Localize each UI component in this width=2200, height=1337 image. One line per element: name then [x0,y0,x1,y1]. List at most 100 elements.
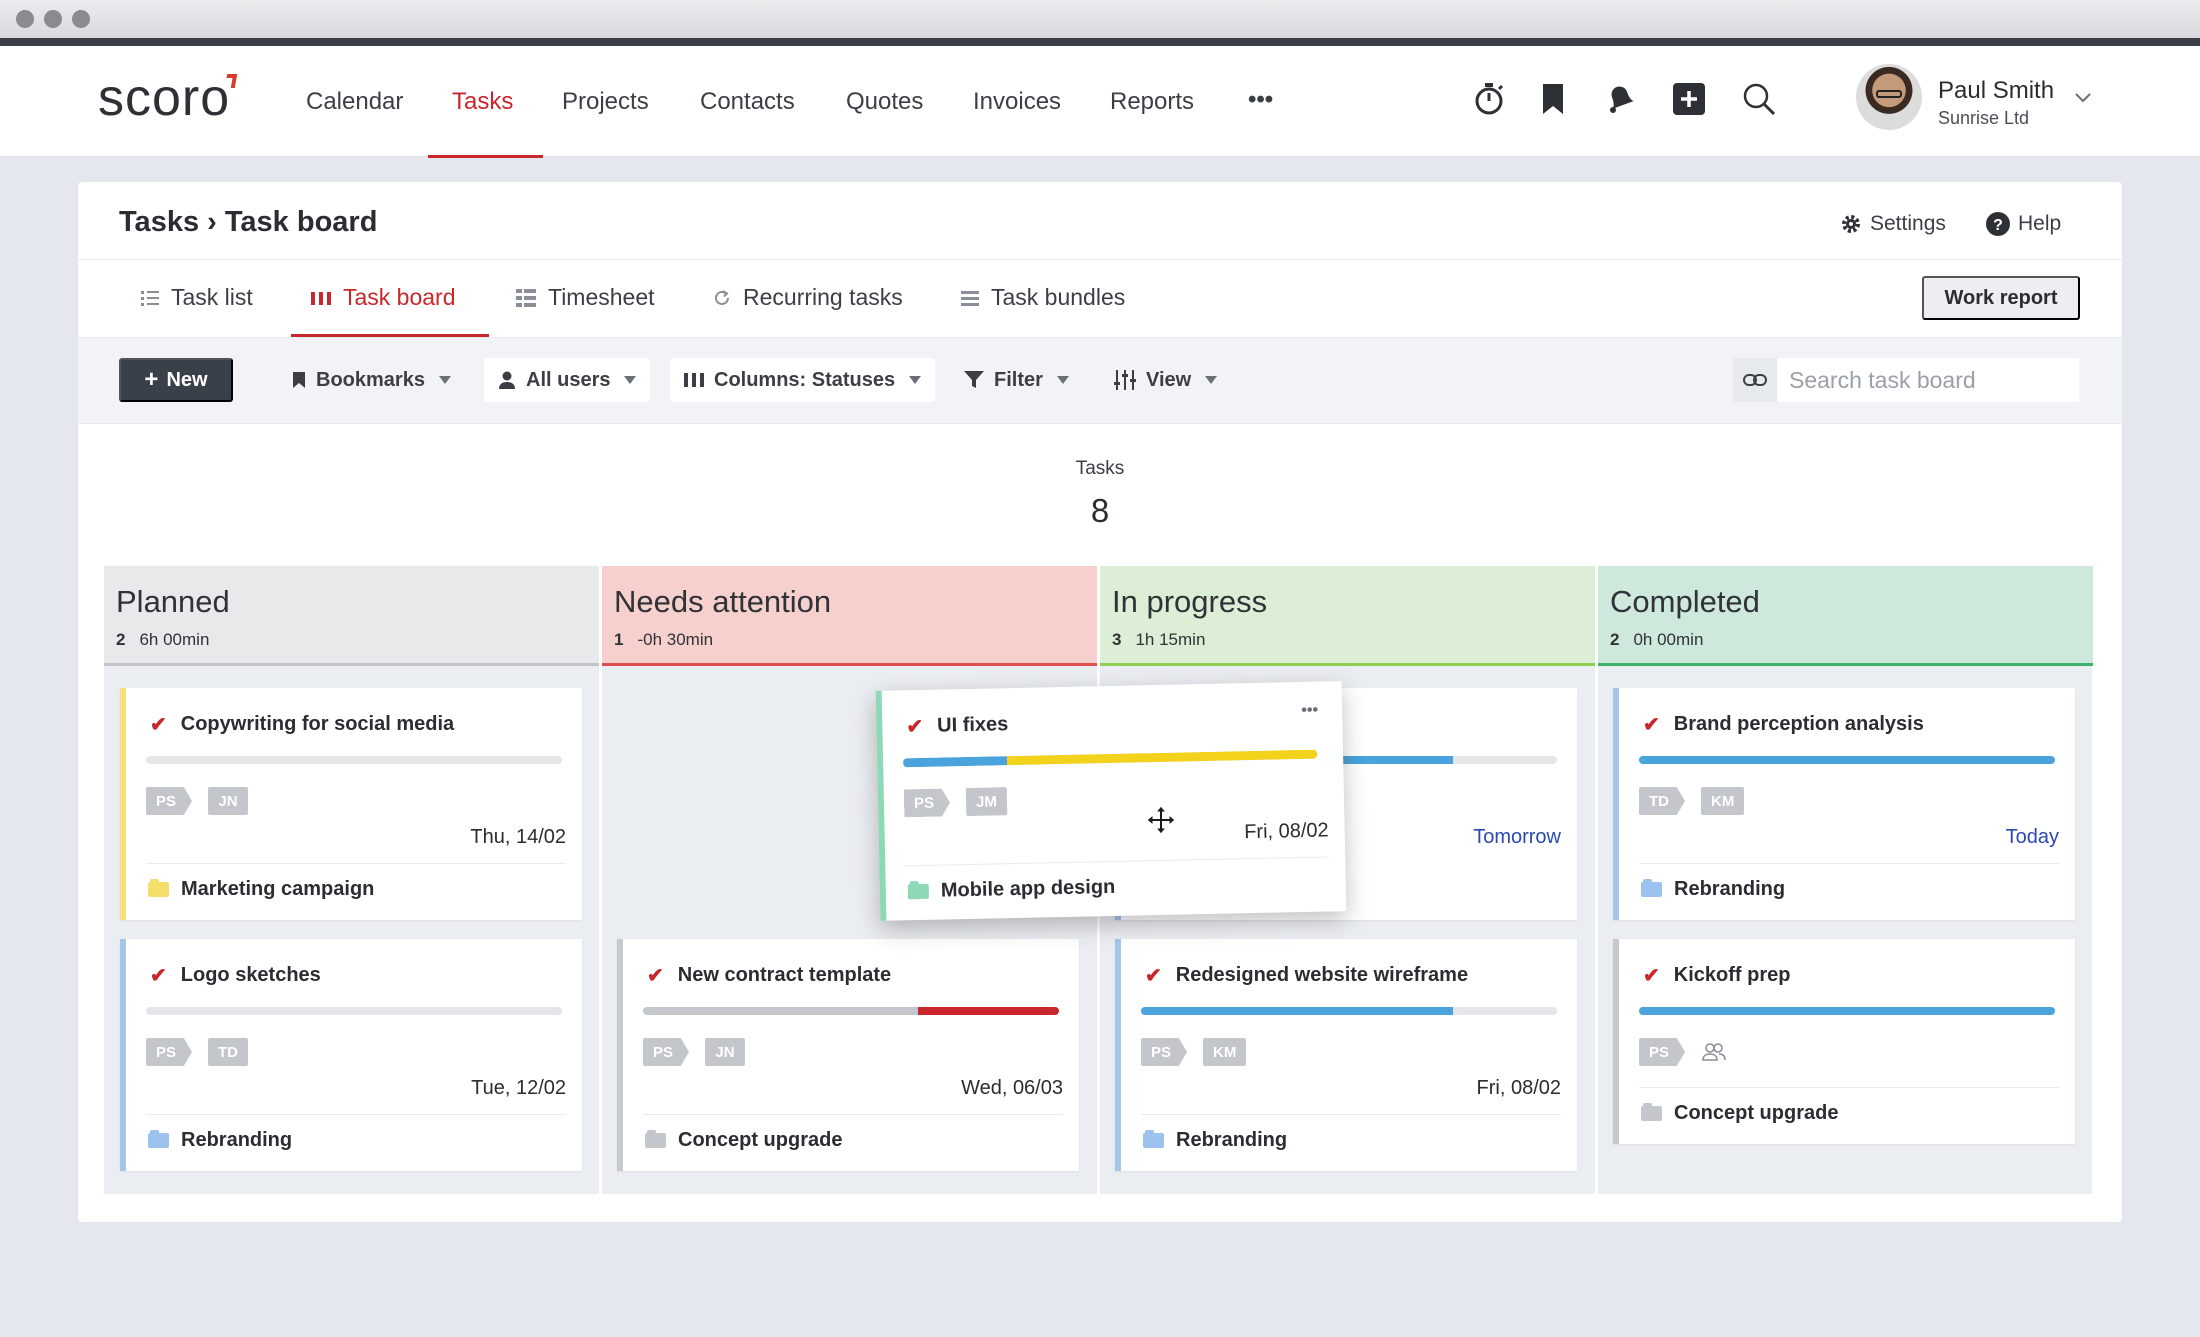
folder-icon [1143,1130,1164,1148]
columns-dropdown[interactable]: Columns: Statuses [670,358,936,402]
new-task-button[interactable]: + New [119,358,233,402]
task-card[interactable]: ✔ Redesigned website wireframe PS KM Fri, … [1115,939,1577,1171]
settings-link[interactable]: Settings [1840,212,1946,236]
notifications-bell-icon[interactable] [1600,80,1638,118]
card-more-button[interactable]: ••• [1301,702,1318,720]
tab-label: Timesheet [548,284,655,310]
users-dropdown[interactable]: All users [484,358,651,402]
column-count: 1 [614,630,624,649]
help-link[interactable]: ? Help [1986,212,2061,236]
bookmark-icon[interactable] [1534,80,1572,118]
task-card[interactable]: ✔ Copywriting for social media PS JN Thu, … [120,688,582,920]
window-maximize-button[interactable] [72,10,90,28]
nav-contacts[interactable]: Contacts [700,88,795,116]
checkmark-icon[interactable]: ✔ [647,963,664,988]
timer-icon[interactable] [1470,80,1508,118]
link-icon [1743,374,1767,386]
task-title: Redesigned website wireframe [1175,964,1469,986]
bookmarks-label: Bookmarks [316,368,425,391]
plus-icon: + [144,366,159,393]
tab-task-bundles[interactable]: Task bundles [961,284,1125,311]
progress-bar [903,749,1318,768]
nav-tasks[interactable]: Tasks [452,88,513,116]
due-date: Fri, 08/02 [1243,819,1329,844]
project-name[interactable]: Concept upgrade [1674,1102,1838,1125]
search-icon[interactable] [1740,80,1778,118]
window-close-button[interactable] [16,10,34,28]
column-count: 2 [116,630,126,649]
checkmark-icon[interactable]: ✔ [906,714,923,739]
project-name[interactable]: Marketing campaign [181,878,374,901]
filter-dropdown[interactable]: Filter [950,358,1083,402]
app-logo[interactable]: scoro [98,68,238,128]
task-card[interactable]: ✔ Logo sketches PS TD Tue, 12/02 Rebrandin… [120,939,582,1171]
work-report-button[interactable]: Work report [1922,276,2080,320]
nav-more-button[interactable]: ••• [1248,86,1273,114]
nav-quotes[interactable]: Quotes [846,88,923,116]
project-name[interactable]: Rebranding [1674,878,1785,901]
checkmark-icon[interactable]: ✔ [150,712,167,737]
search-task-board-input[interactable] [1777,358,2079,402]
nav-calendar[interactable]: Calendar [306,88,403,116]
column-title: Completed [1610,584,1760,619]
assignee-tag: JN [208,787,249,815]
columns-icon [684,373,704,387]
column-header-planned: Planned 2 6h 00min [104,566,599,666]
tab-label: Task bundles [991,284,1126,310]
task-card[interactable]: ✔ Kickoff prep PS Concept upgrade [1613,939,2075,1144]
share-link-button[interactable] [1733,358,1777,402]
recurring-icon [715,289,729,305]
project-name[interactable]: Rebranding [1176,1129,1287,1152]
chevron-down-icon [1205,376,1218,384]
user-menu-chevron-icon[interactable] [2074,92,2092,104]
users-label: All users [526,368,611,391]
nav-projects[interactable]: Projects [562,88,649,116]
checkmark-icon[interactable]: ✔ [150,963,167,988]
column-time: 1h 15min [1135,630,1206,649]
column-title: Needs attention [614,584,832,619]
nav-invoices[interactable]: Invoices [973,88,1061,116]
column-divider [599,566,602,1194]
card-divider [1639,863,2059,864]
bookmarks-dropdown[interactable]: Bookmarks [278,358,465,402]
user-name[interactable]: Paul Smith [1938,77,2054,105]
project-name[interactable]: Mobile app design [941,876,1116,903]
tab-task-list[interactable]: Task list [141,284,253,311]
folder-icon [1641,1103,1662,1121]
project-name[interactable]: Concept upgrade [678,1129,842,1152]
tab-label: Recurring tasks [743,284,903,310]
column-time: 6h 00min [139,630,210,649]
task-card[interactable]: ✔ New contract template PS JN Wed, 06/03 C… [617,939,1079,1171]
folder-icon [1641,879,1662,897]
filter-icon [964,371,984,388]
users-icon [1702,1043,1726,1061]
tab-timesheet[interactable]: Timesheet [516,284,655,311]
column-header-in-progress: In progress 3 1h 15min [1100,566,1595,666]
view-dropdown[interactable]: View [1100,358,1231,402]
window-minimize-button[interactable] [44,10,62,28]
checkmark-icon[interactable]: ✔ [1643,963,1660,988]
task-card[interactable]: ✔ Brand perception analysis TD KM Today Re… [1613,688,2075,920]
user-company: Sunrise Ltd [1938,108,2030,128]
avatar[interactable] [1856,64,1922,130]
titlebar-divider [0,38,2200,46]
checkmark-icon[interactable]: ✔ [1643,712,1660,737]
dragged-task-card[interactable]: ✔ UI fixes ••• PS JM Fri, 08/02 Mobile app… [875,681,1347,921]
filter-label: Filter [994,368,1043,391]
column-count: 3 [1112,630,1122,649]
column-divider [1595,566,1598,1194]
tab-task-board[interactable]: Task board [311,284,456,311]
tab-recurring-tasks[interactable]: Recurring tasks [713,284,903,311]
due-date: Tomorrow [1473,826,1561,848]
nav-reports[interactable]: Reports [1110,88,1194,116]
quick-add-icon[interactable] [1670,80,1708,118]
card-divider [643,1114,1063,1115]
tab-label: Task board [343,284,456,310]
columns-label: Columns: Statuses [714,368,896,391]
settings-label: Settings [1870,212,1946,235]
task-title: Copywriting for social media [180,713,455,735]
project-name[interactable]: Rebranding [181,1129,292,1152]
checkmark-icon[interactable]: ✔ [1145,963,1162,988]
chevron-down-icon [909,376,922,384]
help-icon: ? [1986,212,2010,236]
